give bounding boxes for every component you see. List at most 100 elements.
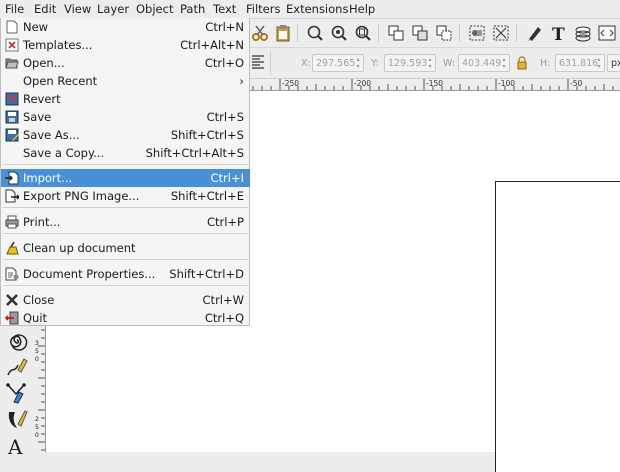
menu-item-label: Save <box>23 110 52 124</box>
spiral-tool-icon[interactable] <box>6 330 28 352</box>
clean-up-icon <box>6 241 19 255</box>
menu-item-print[interactable]: Print... Ctrl+P <box>1 213 250 231</box>
h-spinner[interactable]: ▴ ▾ <box>595 56 603 70</box>
calligraphy-tool-icon[interactable] <box>6 408 28 430</box>
clone-icon[interactable] <box>411 24 429 42</box>
unit-select[interactable]: px <box>607 54 620 72</box>
menu-item-document-properties[interactable]: Document Properties... Shift+Ctrl+D <box>1 265 250 283</box>
menu-item-label: Revert <box>23 92 61 106</box>
menu-separator <box>3 285 248 286</box>
ruler-label: -250 <box>282 79 300 88</box>
ruler-label: -50 <box>570 79 583 88</box>
x-spinner[interactable]: ▴ ▾ <box>354 56 362 70</box>
ungroup-icon[interactable] <box>492 24 510 42</box>
menu-item-templates[interactable]: Templates... Ctrl+Alt+N <box>1 36 250 54</box>
lock-icon[interactable] <box>516 56 528 70</box>
h-label: H: <box>540 58 551 69</box>
menu-filters[interactable]: Filters <box>246 2 280 16</box>
layers-icon[interactable] <box>574 24 592 42</box>
open-folder-icon <box>5 58 19 69</box>
document-properties-icon <box>5 267 19 281</box>
menu-item-shortcut: Ctrl+Q <box>204 311 244 325</box>
ruler-label: -150 <box>426 79 444 88</box>
menu-item-revert[interactable]: Revert <box>1 90 250 108</box>
menu-separator <box>3 207 248 208</box>
menu-item-shortcut: Ctrl+N <box>205 20 244 34</box>
vruler-label: 2 <box>35 416 39 423</box>
xml-editor-icon[interactable] <box>598 24 616 42</box>
menu-item-save[interactable]: Save Ctrl+S <box>1 108 250 126</box>
menu-separator <box>3 259 248 260</box>
x-label: X: <box>301 58 311 69</box>
h-field[interactable]: 631.816 ▴ ▾ <box>555 54 605 72</box>
menu-view[interactable]: View <box>64 2 91 16</box>
menu-extensions[interactable]: Extensions <box>286 2 348 16</box>
menu-bar: File Edit View Layer Object Path Text Fi… <box>0 0 620 19</box>
save-icon <box>5 110 19 124</box>
menu-item-open-recent[interactable]: Open Recent › <box>1 72 250 90</box>
zoom-selection-icon[interactable] <box>306 24 324 42</box>
ruler-label: -200 <box>354 79 372 88</box>
menu-item-label: Open... <box>23 56 65 70</box>
tool-controls-bar: X: 297.565 ▴ ▾ Y: 129.593 ▴ ▾ W: 403.449 ▴ ▾ H… <box>250 48 620 79</box>
zoom-drawing-icon[interactable] <box>330 24 348 42</box>
menu-item-shortcut: Ctrl+I <box>210 171 245 185</box>
menu-item-shortcut: Ctrl+W <box>202 293 244 307</box>
menu-item-label: New <box>23 20 49 34</box>
ruler-label: -100 <box>498 79 516 88</box>
menu-item-shortcut: Ctrl+O <box>204 56 244 70</box>
x-field[interactable]: 297.565 ▴ ▾ <box>312 54 364 72</box>
menu-item-new[interactable]: New Ctrl+N <box>1 18 250 36</box>
commands-toolbar: T <box>250 19 620 48</box>
menu-layer[interactable]: Layer <box>97 2 129 16</box>
unit-value: px <box>611 58 620 69</box>
cut-icon[interactable] <box>251 24 269 42</box>
menu-edit[interactable]: Edit <box>34 2 56 16</box>
pencil-tool-icon[interactable] <box>6 356 28 378</box>
zoom-page-icon[interactable] <box>354 24 372 42</box>
menu-item-shortcut: Ctrl+S <box>206 110 244 124</box>
menu-item-close[interactable]: Close Ctrl+W <box>1 291 250 309</box>
menu-item-export-png[interactable]: Export PNG Image... Shift+Ctrl+E <box>1 187 250 205</box>
y-spinner[interactable]: ▴ ▾ <box>426 56 434 70</box>
close-icon <box>6 294 18 306</box>
x-value: 297.565 <box>316 58 356 69</box>
fill-stroke-icon[interactable] <box>526 24 544 42</box>
menu-text[interactable]: Text <box>213 2 236 16</box>
menu-item-label: Templates... <box>23 38 93 52</box>
paste-icon[interactable] <box>274 24 292 42</box>
text-tool-icon[interactable]: A <box>6 434 28 456</box>
menu-item-quit[interactable]: Quit Ctrl+Q <box>1 309 250 327</box>
toolbox: A <box>0 326 34 456</box>
y-field[interactable]: 129.593 ▴ ▾ <box>384 54 436 72</box>
menu-item-open[interactable]: Open... Ctrl+O <box>1 54 250 72</box>
align-icon[interactable] <box>251 54 265 70</box>
w-value: 403.449 <box>462 58 502 69</box>
unlink-clone-icon[interactable] <box>435 24 453 42</box>
w-label: W: <box>443 58 456 69</box>
text-font-icon[interactable]: T <box>550 24 568 42</box>
submenu-arrow-icon: › <box>239 74 244 88</box>
menu-help[interactable]: Help <box>349 2 375 16</box>
menu-item-save-copy[interactable]: Save a Copy... Shift+Ctrl+Alt+S <box>1 144 250 162</box>
w-spinner[interactable]: ▴ ▾ <box>500 56 508 70</box>
group-icon[interactable] <box>468 24 486 42</box>
vruler-label: 5 <box>35 424 39 431</box>
menu-path[interactable]: Path <box>180 2 205 16</box>
import-icon <box>5 171 19 185</box>
menu-item-save-as[interactable]: Save As... Shift+Ctrl+S <box>1 126 250 144</box>
menu-separator <box>3 233 248 234</box>
menu-item-shortcut: Shift+Ctrl+D <box>169 267 244 281</box>
pen-tool-icon[interactable] <box>6 382 28 404</box>
menu-file[interactable]: File <box>5 2 24 16</box>
menu-item-import[interactable]: Import... Ctrl+I <box>1 169 250 187</box>
w-field[interactable]: 403.449 ▴ ▾ <box>458 54 510 72</box>
revert-icon <box>5 92 19 106</box>
print-icon <box>5 215 19 229</box>
menu-item-label: Print... <box>23 215 61 229</box>
menu-item-label: Save a Copy... <box>23 146 105 160</box>
quit-icon <box>5 311 19 325</box>
menu-object[interactable]: Object <box>136 2 173 16</box>
menu-item-clean-up[interactable]: Clean up document <box>1 239 250 257</box>
duplicate-icon[interactable] <box>387 24 405 42</box>
